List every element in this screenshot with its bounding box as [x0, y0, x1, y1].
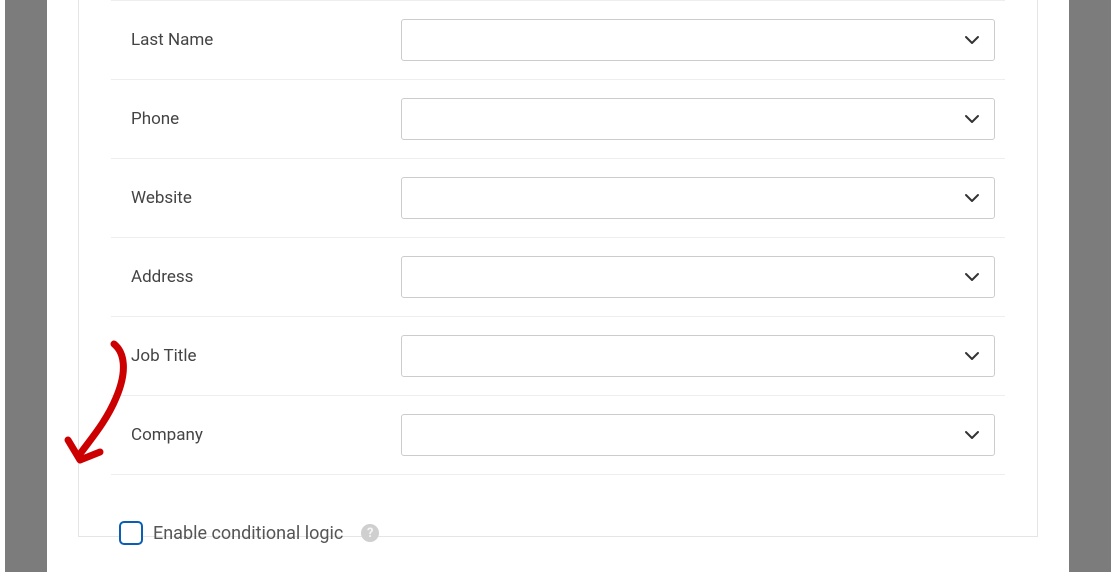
select-website[interactable] — [401, 177, 995, 219]
field-label-company: Company — [111, 425, 401, 445]
field-row: Last Name — [111, 1, 1005, 80]
select-company[interactable] — [401, 414, 995, 456]
page-frame: Last Name Phone — [0, 0, 1116, 577]
chevron-down-icon — [964, 190, 980, 206]
field-label-website: Website — [111, 188, 401, 208]
conditional-logic-row: Enable conditional logic ? — [79, 475, 1037, 575]
background-band-right — [1069, 0, 1111, 572]
field-label-job-title: Job Title — [111, 346, 401, 366]
field-row: Website — [111, 159, 1005, 238]
select-address[interactable] — [401, 256, 995, 298]
field-label-last-name: Last Name — [111, 30, 401, 50]
chevron-down-icon — [964, 427, 980, 443]
enable-conditional-logic-label: Enable conditional logic — [153, 523, 343, 544]
select-last-name[interactable] — [401, 19, 995, 61]
chevron-down-icon — [964, 269, 980, 285]
chevron-down-icon — [964, 348, 980, 364]
chevron-down-icon — [964, 32, 980, 48]
field-row: Company — [111, 396, 1005, 475]
field-mapping-table: Last Name Phone — [111, 0, 1005, 475]
background-band-left — [5, 0, 47, 572]
select-phone[interactable] — [401, 98, 995, 140]
field-label-address: Address — [111, 267, 401, 287]
field-label-phone: Phone — [111, 109, 401, 129]
chevron-down-icon — [964, 111, 980, 127]
field-row: Job Title — [111, 317, 1005, 396]
enable-conditional-logic-checkbox[interactable] — [119, 521, 143, 545]
select-job-title[interactable] — [401, 335, 995, 377]
settings-panel: Last Name Phone — [78, 0, 1038, 537]
field-row: Address — [111, 238, 1005, 317]
help-icon[interactable]: ? — [361, 524, 379, 542]
field-row: Phone — [111, 80, 1005, 159]
